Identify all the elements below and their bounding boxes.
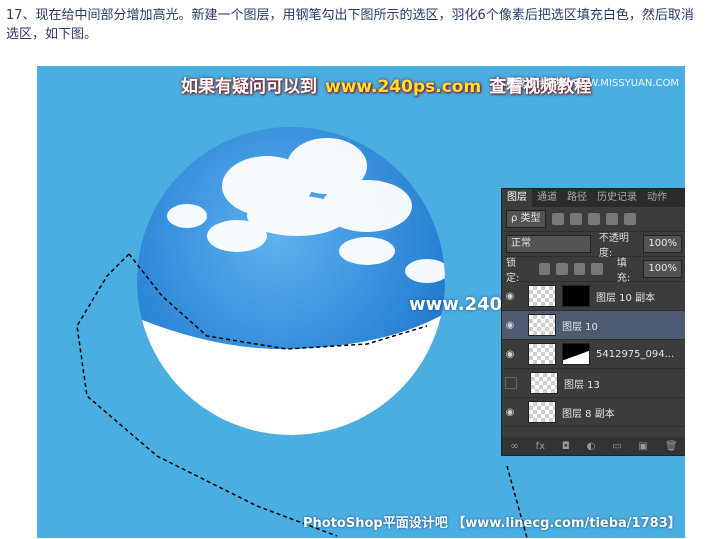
- layer-mask-thumbnail: [562, 285, 590, 307]
- folder-icon[interactable]: ▭: [612, 441, 621, 452]
- blend-mode-select[interactable]: 正常: [506, 235, 591, 253]
- layer-thumbnail: [528, 285, 556, 307]
- layer-name: 图层 10 副本: [596, 292, 656, 304]
- layer-row[interactable]: 图层 13: [502, 369, 685, 398]
- layer-thumbnail: [528, 343, 556, 365]
- mask-icon[interactable]: ◘: [562, 441, 570, 452]
- lock-row: 锁定: 填充: 100%: [502, 257, 685, 284]
- layer-thumbnail: [528, 314, 556, 336]
- tab-history[interactable]: 历史记录: [592, 189, 642, 207]
- layer-row[interactable]: ◉ 5412975_094...: [502, 340, 685, 369]
- layer-row-selected[interactable]: ◉ 图层 10: [502, 311, 685, 340]
- tab-paths[interactable]: 路径: [562, 189, 592, 207]
- tab-channels[interactable]: 通道: [532, 189, 562, 207]
- layer-mask-thumbnail: [562, 343, 590, 365]
- layer-name: 图层 10: [562, 321, 598, 333]
- image-filter-icon[interactable]: [551, 213, 564, 225]
- layer-name: 图层 8 副本: [562, 408, 615, 420]
- layer-thumbnail: [528, 401, 556, 423]
- lock-label: 锁定:: [506, 258, 520, 284]
- adjustment-filter-icon[interactable]: [569, 213, 582, 225]
- blend-row: 正常 不透明度: 100%: [502, 232, 685, 259]
- layer-row[interactable]: ◉ 图层 10 副本: [502, 282, 685, 311]
- layer-thumbnail: [530, 372, 558, 394]
- visibility-eye-icon[interactable]: ◉: [502, 320, 518, 331]
- watermark-bottom: PhotoShop平面设计吧 【www.linecg.com/tieba/178…: [303, 516, 681, 531]
- watermark-top: 思缘设计论坛 WWW.MISSYUAN.COM: [505, 78, 679, 89]
- visibility-eye-icon[interactable]: ◉: [502, 349, 518, 360]
- visibility-eye-icon[interactable]: ◉: [502, 407, 518, 418]
- type-filter-icon[interactable]: [587, 213, 600, 225]
- layer-row[interactable]: ◉ 图层 8 副本: [502, 398, 685, 427]
- tab-actions[interactable]: 动作: [642, 189, 672, 207]
- lock-all-icon[interactable]: [591, 263, 603, 275]
- shape-filter-icon[interactable]: [605, 213, 618, 225]
- panel-footer: ∞ fx ◘ ◐ ▭ ▣ 🗑: [502, 437, 685, 455]
- opacity-input[interactable]: 100%: [643, 235, 682, 253]
- new-layer-icon[interactable]: ▣: [639, 441, 648, 452]
- fill-input[interactable]: 100%: [643, 260, 682, 278]
- layers-panel[interactable]: 图层 通道 路径 历史记录 动作 ρ 类型 正常 不透明度: 100% 锁定: …: [501, 188, 685, 456]
- kind-filter-select[interactable]: ρ 类型: [506, 210, 546, 228]
- layer-name: 5412975_094...: [596, 348, 675, 360]
- panel-tabs: 图层 通道 路径 历史记录 动作: [502, 189, 685, 207]
- smart-filter-icon[interactable]: [623, 213, 636, 225]
- lock-transparency-icon[interactable]: [538, 263, 551, 275]
- layer-name: 图层 13: [564, 379, 600, 391]
- fill-label: 填充:: [616, 258, 631, 284]
- intro-text: 17、现在给中间部分增加高光。新建一个图层，用钢笔勾出下图所示的选区，羽化6个像…: [6, 8, 694, 42]
- lock-position-icon[interactable]: [573, 263, 586, 275]
- fx-icon[interactable]: fx: [536, 441, 545, 452]
- trash-icon[interactable]: 🗑: [665, 441, 678, 452]
- filter-row: ρ 类型: [502, 207, 685, 232]
- visibility-off-box[interactable]: [505, 377, 517, 389]
- adjustment-icon[interactable]: ◐: [587, 441, 596, 452]
- photoshop-canvas[interactable]: 如果有疑问可以到 www.240ps.com 查看视频教程 思缘设计论坛 WWW.M…: [37, 66, 685, 538]
- visibility-eye-icon[interactable]: ◉: [502, 291, 518, 302]
- tab-layers[interactable]: 图层: [502, 189, 532, 207]
- link-icon[interactable]: ∞: [510, 441, 518, 452]
- lock-pixels-icon[interactable]: [556, 263, 568, 275]
